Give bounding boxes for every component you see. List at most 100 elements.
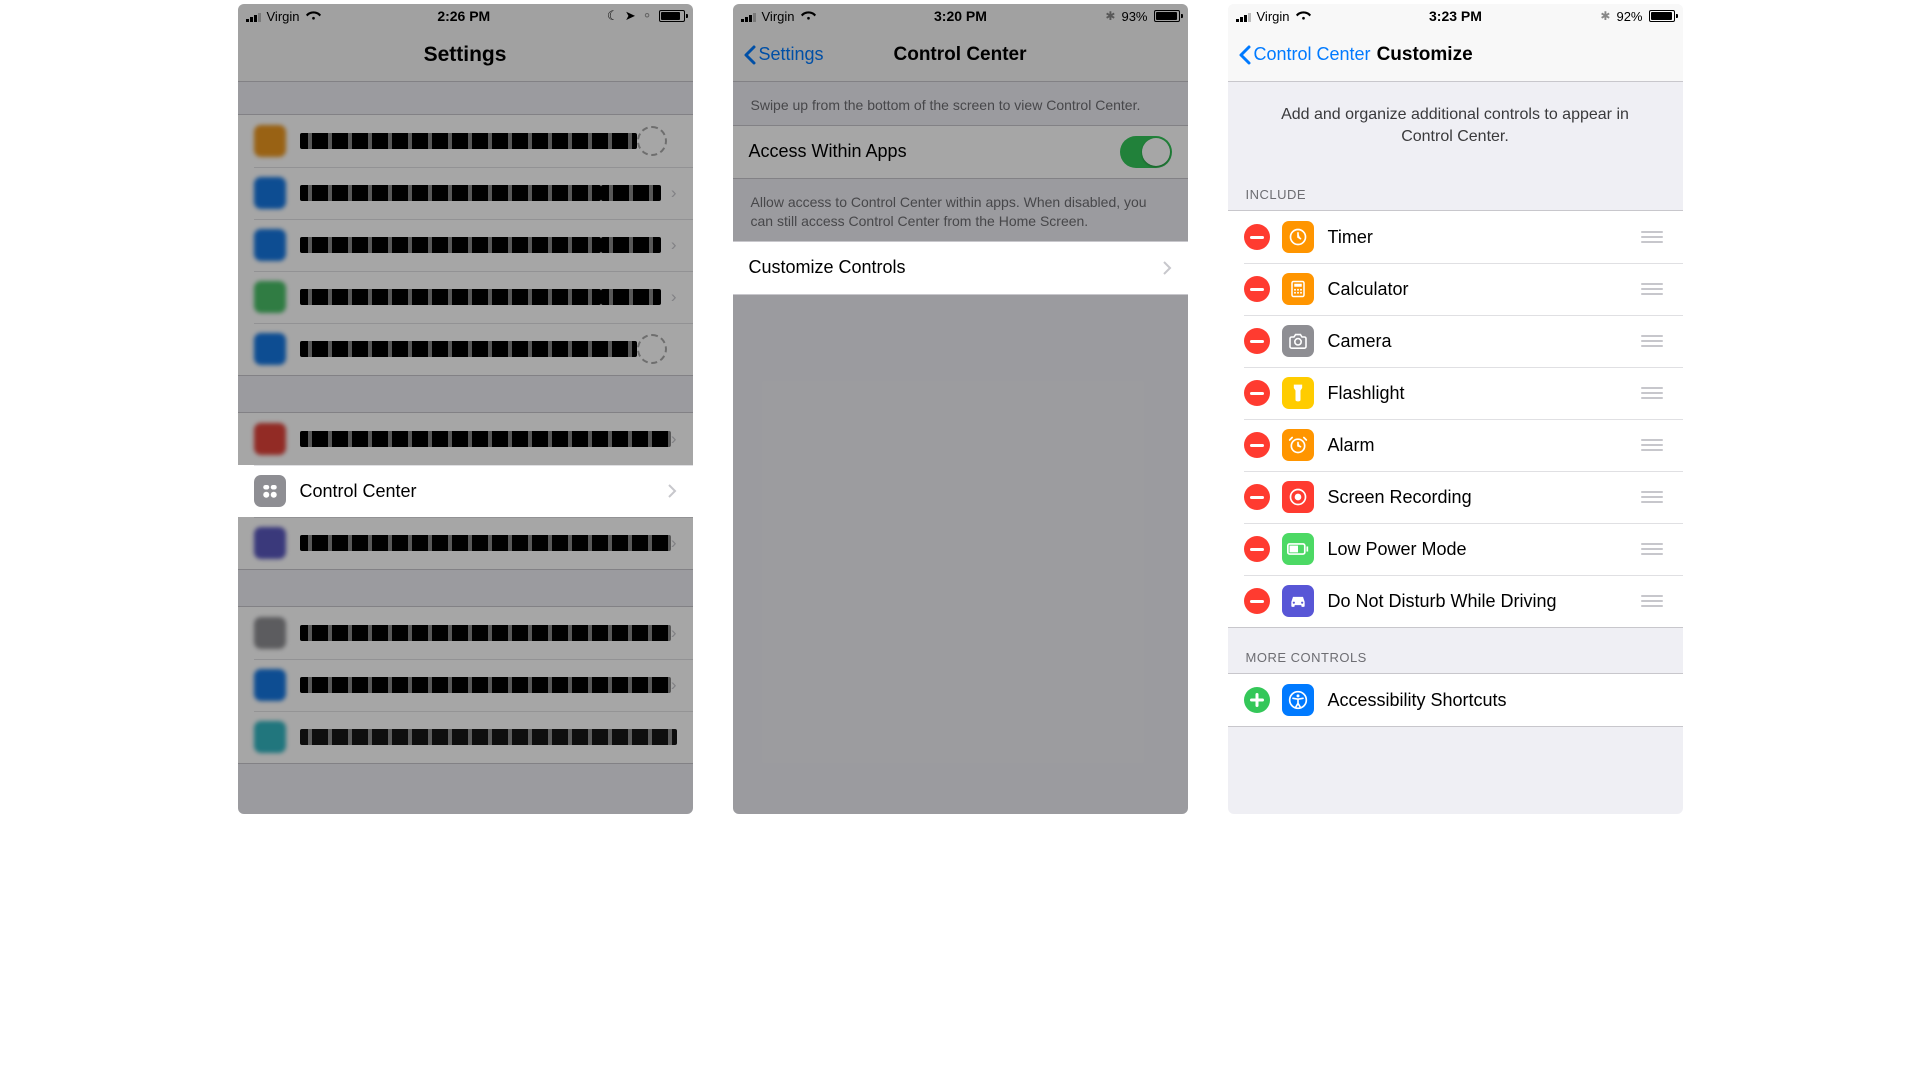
control-row[interactable]: Camera (1228, 315, 1683, 367)
settings-row-obscured[interactable] (238, 115, 693, 167)
signal-icon (1236, 11, 1251, 22)
screen-recording-icon (1282, 481, 1314, 513)
remove-button[interactable] (1244, 536, 1270, 562)
obscured-icon (254, 669, 286, 701)
row-label: Calculator (1328, 279, 1637, 300)
drag-handle-icon[interactable] (1637, 283, 1667, 295)
control-row[interactable]: Screen Recording (1228, 471, 1683, 523)
drag-handle-icon[interactable] (1637, 595, 1667, 607)
obscured-icon (254, 617, 286, 649)
bluetooth-icon: ✱ (1600, 9, 1610, 23)
wifi-icon (1296, 9, 1311, 24)
clock: 3:20 PM (934, 8, 987, 24)
battery-percent: 93% (1121, 9, 1147, 24)
obscured-icon (254, 125, 286, 157)
battery-icon (1649, 10, 1675, 22)
add-button[interactable] (1244, 687, 1270, 713)
row-label: Accessibility Shortcuts (1328, 690, 1667, 711)
remove-button[interactable] (1244, 484, 1270, 510)
section-description: Allow access to Control Center within ap… (733, 179, 1188, 241)
signal-icon (246, 11, 261, 22)
page-title: Settings (238, 43, 693, 67)
back-label: Settings (759, 44, 824, 65)
settings-row-obscured[interactable]: › (238, 517, 693, 569)
settings-row-obscured[interactable] (238, 323, 693, 375)
chevron-right-icon: › (671, 183, 677, 203)
nav-bar: Control Center Customize (1228, 28, 1683, 82)
row-label: Low Power Mode (1328, 539, 1637, 560)
settings-row-control-center[interactable]: Control Center (238, 465, 693, 517)
remove-button[interactable] (1244, 328, 1270, 354)
row-label: Screen Recording (1328, 487, 1637, 508)
row-label: Customize Controls (749, 257, 1162, 278)
drag-handle-icon[interactable] (1637, 543, 1667, 555)
settings-row-obscured[interactable]: › (238, 219, 693, 271)
settings-row-obscured[interactable]: › (238, 413, 693, 465)
settings-row-obscured[interactable] (238, 711, 693, 763)
settings-row-obscured[interactable]: › (238, 659, 693, 711)
settings-row-obscured[interactable]: › (238, 271, 693, 323)
section-description: Add and organize additional controls to … (1228, 82, 1683, 165)
dnd-driving-icon (1282, 585, 1314, 617)
status-bar: Virgin 3:23 PM ✱ 92% (1228, 4, 1683, 28)
remove-button[interactable] (1244, 224, 1270, 250)
nav-bar: Settings (238, 28, 693, 82)
remove-button[interactable] (1244, 380, 1270, 406)
back-label: Control Center (1254, 44, 1371, 65)
status-bar: Virgin 3:20 PM ✱ 93% (733, 4, 1188, 28)
flashlight-icon (1282, 377, 1314, 409)
battery-icon (659, 10, 685, 22)
control-row[interactable]: Low Power Mode (1228, 523, 1683, 575)
timer-icon (1282, 221, 1314, 253)
status-bar: Virgin 2:26 PM ☾ ➤ ⚬ (238, 4, 693, 28)
customize-controls-row[interactable]: Customize Controls (733, 242, 1188, 294)
row-label: Camera (1328, 331, 1637, 352)
wifi-icon (306, 9, 321, 24)
nav-bar: Settings Control Center (733, 28, 1188, 82)
section-description: Swipe up from the bottom of the screen t… (733, 82, 1188, 125)
alarm-icon (1282, 429, 1314, 461)
chevron-right-icon: › (671, 623, 677, 643)
control-row[interactable]: Do Not Disturb While Driving (1228, 575, 1683, 627)
remove-button[interactable] (1244, 276, 1270, 302)
drag-handle-icon[interactable] (1637, 491, 1667, 503)
clock: 2:26 PM (437, 8, 490, 24)
drag-handle-icon[interactable] (1637, 231, 1667, 243)
low-power-icon (1282, 533, 1314, 565)
toggle-switch[interactable] (1120, 136, 1172, 168)
row-label: Flashlight (1328, 383, 1637, 404)
control-row[interactable]: Timer (1228, 211, 1683, 263)
remove-button[interactable] (1244, 432, 1270, 458)
row-label: Timer (1328, 227, 1637, 248)
control-row[interactable]: Calculator (1228, 263, 1683, 315)
screenshot-customize: Virgin 3:23 PM ✱ 92% Control Center Cust… (1228, 4, 1683, 814)
bluetooth-icon: ⚬ (642, 8, 653, 24)
back-button[interactable]: Control Center (1238, 44, 1371, 66)
settings-row-obscured[interactable]: › (238, 167, 693, 219)
moon-icon: ☾ (607, 8, 619, 24)
signal-icon (741, 11, 756, 22)
camera-icon (1282, 325, 1314, 357)
row-label: Do Not Disturb While Driving (1328, 591, 1637, 612)
drag-handle-icon[interactable] (1637, 335, 1667, 347)
chevron-right-icon: › (671, 675, 677, 695)
screenshot-settings-root: Virgin 2:26 PM ☾ ➤ ⚬ Settings › › › › (238, 4, 693, 814)
chevron-right-icon: › (671, 533, 677, 553)
battery-percent: 92% (1616, 9, 1642, 24)
chevron-right-icon: › (671, 235, 677, 255)
control-row[interactable]: Accessibility Shortcuts (1228, 674, 1683, 726)
control-row[interactable]: Flashlight (1228, 367, 1683, 419)
row-label: Alarm (1328, 435, 1637, 456)
settings-row-obscured[interactable]: › (238, 607, 693, 659)
remove-button[interactable] (1244, 588, 1270, 614)
chevron-right-icon (1162, 260, 1172, 276)
access-within-apps-row[interactable]: Access Within Apps (733, 126, 1188, 178)
obscured-icon (254, 229, 286, 261)
carrier-label: Virgin (762, 9, 795, 24)
clock: 3:23 PM (1429, 8, 1482, 24)
control-row[interactable]: Alarm (1228, 419, 1683, 471)
drag-handle-icon[interactable] (1637, 387, 1667, 399)
back-button[interactable]: Settings (743, 44, 824, 66)
drag-handle-icon[interactable] (1637, 439, 1667, 451)
accessibility-icon (1282, 684, 1314, 716)
